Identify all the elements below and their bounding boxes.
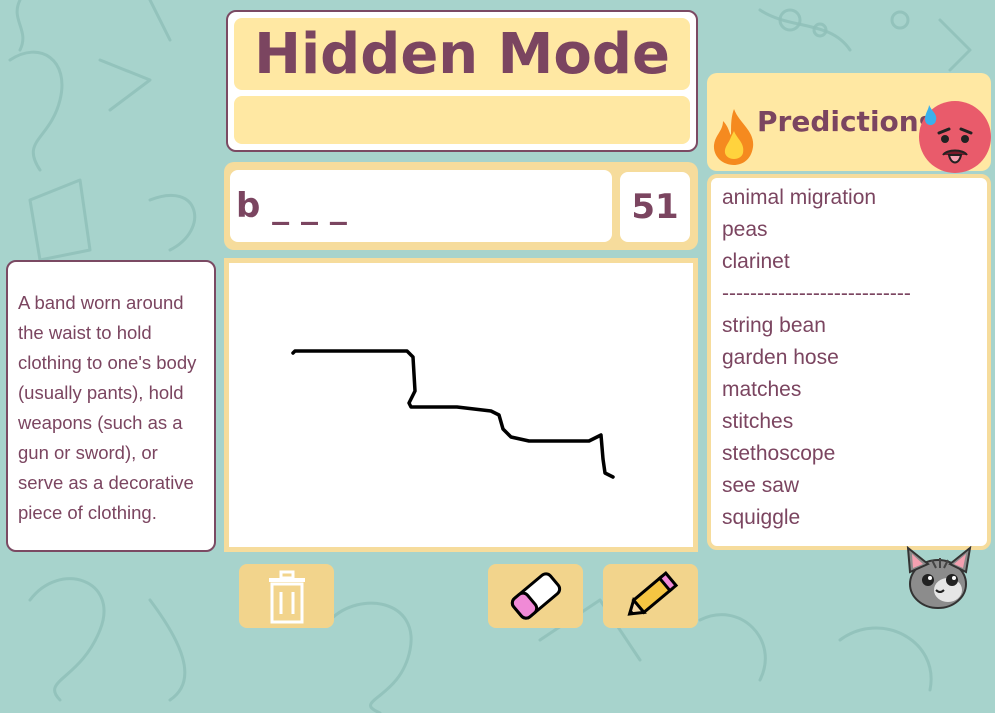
prediction-item: peas — [722, 218, 768, 241]
drawing-strokes — [291, 349, 615, 479]
prediction-item: string bean — [722, 314, 826, 337]
prediction-item: animal migration — [722, 186, 877, 209]
cat-icon — [906, 546, 972, 609]
drawn-stroke — [291, 349, 615, 479]
subtitle-bar — [234, 96, 690, 144]
pencil-button[interactable] — [603, 564, 698, 628]
prediction-item: garden hose — [722, 346, 839, 369]
game-title: Hidden Mode — [234, 18, 690, 90]
definition-card: A band worn around the waist to hold clo… — [6, 260, 216, 552]
prediction-item: clarinet — [722, 250, 790, 273]
eraser-button[interactable] — [488, 564, 583, 628]
predictions-list: animal migration peas clarinet ---------… — [707, 174, 991, 550]
countdown-timer: 51 — [620, 172, 690, 242]
prediction-item: stethoscope — [722, 442, 836, 465]
hot-face-icon — [919, 101, 991, 173]
hint-row: b _ _ _ 51 — [224, 162, 698, 250]
hint-word: b _ _ _ — [230, 170, 612, 242]
pencil-icon — [626, 571, 678, 616]
prediction-item: squiggle — [722, 506, 801, 529]
clear-button[interactable] — [239, 564, 334, 628]
trash-icon — [268, 570, 305, 624]
drawing-canvas[interactable] — [224, 258, 698, 552]
prediction-item: see saw — [722, 474, 800, 497]
prediction-item: stitches — [722, 410, 794, 433]
definition-text: A band worn around the waist to hold clo… — [18, 292, 197, 523]
eraser-icon — [510, 572, 561, 620]
title-panel: Hidden Mode — [226, 10, 698, 152]
predictions-header: Predictions — [707, 73, 991, 173]
predictions-title: Predictions — [757, 105, 936, 138]
fire-icon — [713, 109, 754, 165]
prediction-divider: --------------------------- — [722, 282, 911, 305]
prediction-item: matches — [722, 378, 802, 401]
